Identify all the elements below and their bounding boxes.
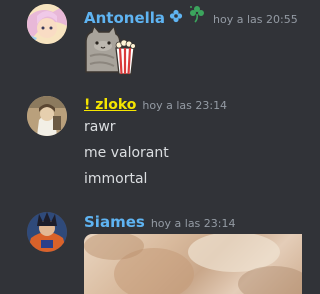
- flower-badge-icon[interactable]: [169, 8, 183, 27]
- avatar-image: [27, 4, 67, 44]
- author-name[interactable]: Antonella: [84, 9, 165, 27]
- author-name[interactable]: ! zloko: [84, 97, 136, 113]
- pusheen-popcorn-sticker[interactable]: [84, 24, 136, 76]
- message-antonella: Antonella hoy a las 20:55: [0, 0, 302, 80]
- sticker-image: [85, 24, 136, 75]
- image-attachment[interactable]: [84, 234, 302, 294]
- author-name[interactable]: Siames: [84, 213, 145, 231]
- avatar[interactable]: [27, 4, 67, 44]
- message-line: rawr: [84, 119, 116, 135]
- message-header: Siames hoy a las 23:14: [84, 213, 235, 231]
- message-line: me valorant: [84, 145, 169, 161]
- avatar-image: [27, 96, 67, 136]
- message-header: ! zloko hoy a las 23:14: [84, 97, 227, 113]
- message-header: Antonella hoy a las 20:55: [84, 5, 298, 27]
- message-line: immortal: [84, 171, 148, 187]
- avatar[interactable]: [27, 96, 67, 136]
- message-zloko: ! zloko hoy a las 23:14 rawr me valorant…: [0, 90, 302, 200]
- message-siames: Siames hoy a las 23:14: [0, 208, 302, 294]
- clover-badge-icon[interactable]: [189, 5, 205, 27]
- attachment-image: [84, 234, 302, 294]
- timestamp[interactable]: hoy a las 20:55: [213, 13, 298, 26]
- avatar[interactable]: [27, 212, 67, 252]
- avatar-image: [27, 212, 67, 252]
- timestamp[interactable]: hoy a las 23:14: [142, 99, 227, 112]
- timestamp[interactable]: hoy a las 23:14: [151, 217, 236, 230]
